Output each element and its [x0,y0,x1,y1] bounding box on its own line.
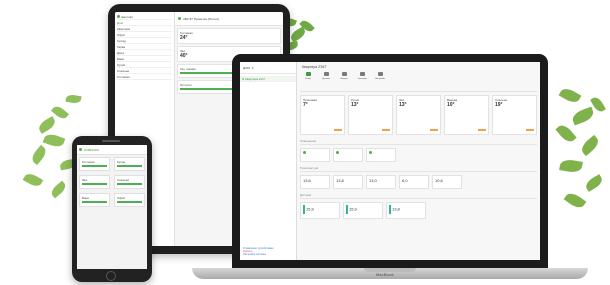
light-tile[interactable] [333,148,363,162]
sensor-icon [323,72,329,76]
laptop-side-item[interactable]: Я Квартира 2Э Р [240,76,296,82]
phone-title: НОВИНКИ [84,147,99,152]
room-card[interactable]: Зал 13° [396,95,441,135]
tab-sensors[interactable]: Датчики [320,72,332,82]
tablet-side-item[interactable]: Гостиная [117,74,172,80]
room-accent [334,129,342,131]
page-title: Квартира 2Э4Т [302,65,327,69]
room-accent [526,129,534,131]
sensor-tiles: 15,9 15,9 13,8 [300,202,537,219]
section-sensors: Датчики [300,193,537,199]
sensor-tile[interactable]: 13,8 [386,202,426,219]
tab-overview[interactable]: Обзор [302,72,314,82]
system-settings-link[interactable]: Настройки системы [243,253,274,256]
laptop-brand-label: MacBook [376,272,394,277]
tab-scenarios[interactable]: Сценарии [356,72,368,82]
sensor-tile[interactable]: 15,9 [343,202,383,219]
home-icon [305,72,311,76]
menu-icon[interactable]: ≡ [252,66,254,70]
phone-room-card[interactable]: Кухня [114,157,145,171]
temperature-tile[interactable]: 6,0 [399,175,429,189]
room-accent [382,129,390,131]
room-temperature: 24° [180,35,188,41]
temperature-tiles: 13,6 13,8 13,0 6,0 10,6 [300,175,537,189]
phone-room-card[interactable]: Гостиная [79,157,110,171]
devices-scene: ulan.ivan Дом Квартира Офис Склад Гараж … [0,0,610,285]
phone-screen: НОВИНКИ Гостиная Кухня Зал Спальня Баня Офи… [77,145,147,269]
status-dot-icon [117,15,120,18]
sensor-indicator [389,205,391,214]
phone-speaker [102,140,120,142]
bulb-icon [336,151,339,154]
laptop-side-header[interactable]: ДОМ ≡ [240,62,296,74]
laptop-sidebar: ДОМ ≡ Я Квартира 2Э Р Управление устройс… [240,62,297,260]
phone-room-card[interactable]: Спальня [114,175,145,189]
bulb-icon [303,151,306,154]
laptop-main: Квартира 2Э4Т Обзор Датчики Камеры Сцена… [297,62,540,260]
room-card[interactable]: Спальня 19° [492,95,537,135]
lighting-tiles [300,148,537,162]
temperature-tile[interactable]: 13,0 [366,175,396,189]
sensor-indicator [346,205,348,214]
laptop-tabs: Обзор Датчики Камеры Сценарии Настройки [302,72,535,82]
light-tile[interactable] [366,148,396,162]
temperature-tile[interactable]: 13,8 [333,175,363,189]
phone-home-button[interactable] [106,271,116,281]
room-card[interactable]: Кухня 13° [348,95,393,135]
script-icon [359,72,365,76]
sensor-indicator [303,205,305,214]
tablet-header-title: АВК 87 Проветка (Россия) [183,16,220,21]
phone-header: НОВИНКИ [77,145,147,155]
tablet-room-card[interactable]: Гостиная 24° [177,28,281,44]
tablet-status-icon [178,17,181,20]
phone-room-card[interactable]: Офис [114,193,145,207]
laptop-side-links: Управление устройствами Удалить Настройк… [243,247,274,256]
temperature-tile[interactable]: 10,6 [432,175,462,189]
tablet-user-name: ulan.ivan [121,14,134,19]
tab-cameras[interactable]: Камеры [338,72,350,82]
tablet-header: АВК 87 Проветка (Россия) [175,12,283,26]
phone-room-card[interactable]: Зал [79,175,110,189]
laptop-device: ДОМ ≡ Я Квартира 2Э Р Управление устройс… [232,54,548,270]
bulb-icon [369,151,372,154]
sensor-tile[interactable]: 15,9 [300,202,340,219]
laptop-header: Квартира 2Э4Т Обзор Датчики Камеры Сцена… [300,62,537,92]
room-card[interactable]: Прихожая 7° [300,95,345,135]
room-accent [478,129,486,131]
phone-device: НОВИНКИ Гостиная Кухня Зал Спальня Баня Офи… [72,136,152,282]
phone-status-icon [79,148,82,151]
camera-icon [341,72,347,76]
light-tile[interactable] [300,148,330,162]
section-lighting: Освещение [300,139,537,145]
room-card[interactable]: Ванная 10° [444,95,489,135]
room-cards: Прихожая 7° Кухня 13° Зал 13° Ванная 10° Спа… [300,95,537,135]
temperature-tile[interactable]: 13,6 [300,175,330,189]
phone-room-card[interactable]: Баня [79,193,110,207]
tab-settings[interactable]: Настройки [374,72,386,82]
laptop-screen: ДОМ ≡ Я Квартира 2Э Р Управление устройс… [240,62,540,260]
section-temperature: Температура [300,166,537,172]
room-accent [430,129,438,131]
gear-icon [377,72,383,76]
